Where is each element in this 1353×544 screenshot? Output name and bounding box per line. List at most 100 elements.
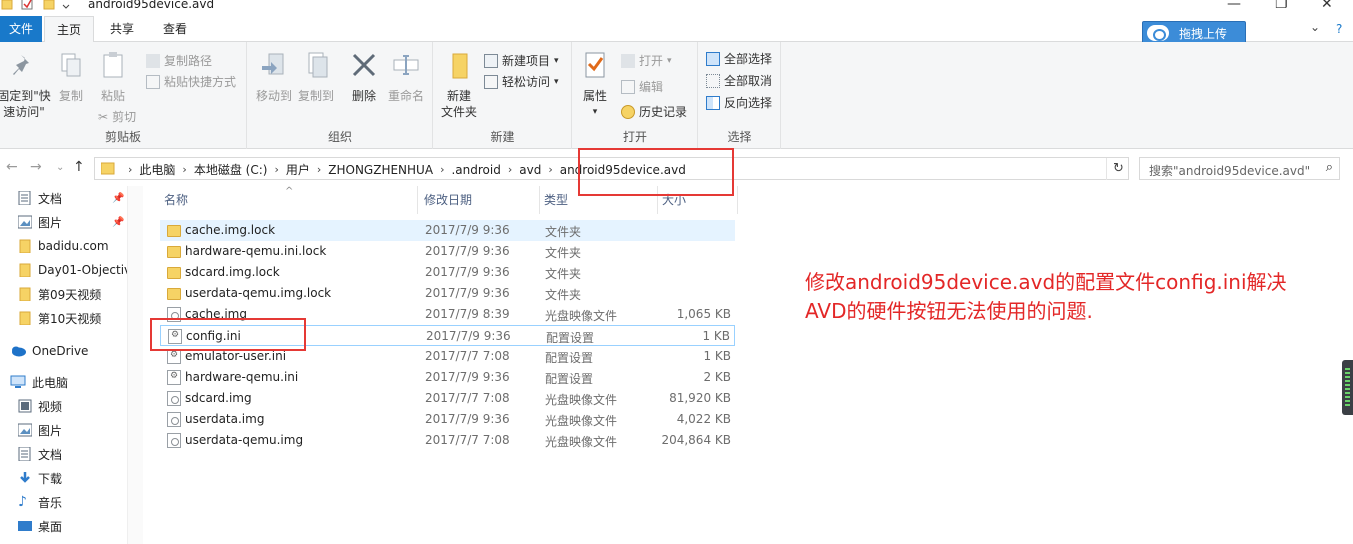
sidebar-item-folder[interactable]: badidu.com [18,235,109,257]
videos-icon [18,399,32,413]
select-all-button[interactable]: 全部选择 [706,50,772,67]
cut-button[interactable]: ✂ 剪切 [98,108,136,125]
tab-home[interactable]: 主页 [44,16,94,43]
copy-button[interactable]: 复制 [52,50,90,104]
side-widget[interactable] [1342,360,1353,415]
file-date: 2017/7/9 9:36 [425,223,510,237]
window-title: android95device.avd [88,0,215,11]
file-name: hardware-qemu.ini [185,370,299,384]
breadcrumb-chevron-icon: › [128,163,133,176]
back-arrow-icon[interactable]: ← [6,159,18,175]
breadcrumb-item[interactable]: ZHONGZHENHUA [328,163,433,177]
sidebar-item-documents[interactable]: 文档 [18,187,62,209]
history-button[interactable]: 历史记录 [621,103,687,120]
file-name: userdata-qemu.img.lock [185,286,332,300]
sort-ascending-icon: ^ [285,186,294,197]
table-row[interactable]: hardware-qemu.ini.lock 2017/7/9 9:36 文件夹 [160,241,735,262]
annotation-line-2: AVD的硬件按钮无法使用的问题. [805,299,1093,323]
help-icon[interactable]: ? [1336,22,1342,36]
invert-selection-button[interactable]: 反向选择 [706,94,772,111]
tab-share[interactable]: 共享 [100,16,144,42]
refresh-icon[interactable]: ↻ [1106,158,1130,180]
table-row[interactable]: userdata-qemu.img.lock 2017/7/9 9:36 文件夹 [160,283,735,304]
rename-button[interactable]: 重命名 [384,50,428,104]
file-size: 2 KB [703,370,731,384]
table-row[interactable]: sdcard.img.lock 2017/7/9 9:36 文件夹 [160,262,735,283]
breadcrumb-chevron-icon[interactable]: › [508,163,512,176]
breadcrumb-chevron-icon[interactable]: › [317,163,321,176]
maximize-button[interactable]: ❐ [1275,0,1288,12]
paste-button[interactable]: 粘贴 [94,50,132,104]
file-type: 文件夹 [545,267,582,281]
file-type: 配置设置 [545,351,594,365]
table-row[interactable]: cache.img.lock 2017/7/9 9:36 文件夹 [160,220,735,241]
sidebar-item-this-pc[interactable]: 此电脑 [10,371,68,393]
breadcrumb-item[interactable]: 用户 [286,161,310,178]
invert-selection-icon [706,95,720,110]
select-none-button[interactable]: 全部取消 [706,72,772,89]
sidebar-item-folder[interactable]: Day01-Objectiv [18,259,131,281]
pin-quick-access-button[interactable]: 固定到"快 速访问" [0,50,52,120]
up-arrow-icon[interactable]: ↑ [73,159,85,175]
table-row[interactable]: userdata-qemu.img 2017/7/7 7:08 光盘映像文件 2… [160,430,735,451]
recent-dropdown-icon[interactable]: ⌄ [56,162,64,173]
breadcrumb-item[interactable]: 此电脑 [139,161,175,178]
sidebar-item-label: 音乐 [38,495,63,510]
disc-image-icon [167,391,181,406]
forward-arrow-icon[interactable]: → [30,159,42,175]
breadcrumb-chevron-icon[interactable]: › [548,163,552,176]
open-button[interactable]: 打开 ▾ [621,52,672,69]
close-button[interactable]: ✕ [1321,0,1333,12]
invert-selection-label: 反向选择 [724,96,773,110]
new-item-button[interactable]: 新建项目 ▾ [484,52,559,69]
breadcrumb-chevron-icon[interactable]: › [274,163,278,176]
table-row[interactable]: hardware-qemu.ini 2017/7/9 9:36 配置设置 2 K… [160,367,735,388]
easy-access-button[interactable]: 轻松访问 ▾ [484,73,559,90]
edit-label: 编辑 [639,80,664,94]
breadcrumb-item[interactable]: 本地磁盘 (C:) [194,161,268,178]
group-new: 新建 文件夹 新建项目 ▾ 轻松访问 ▾ 新建 [434,42,572,149]
sidebar-item-pictures[interactable]: 图片 [18,211,62,233]
paste-shortcut-label: 粘贴快捷方式 [164,75,237,89]
edit-button[interactable]: 编辑 [621,78,663,95]
table-row[interactable]: sdcard.img 2017/7/7 7:08 光盘映像文件 81,920 K… [160,388,735,409]
tab-file[interactable]: 文件 [0,16,42,42]
sidebar-item-documents[interactable]: 文档 [18,443,62,465]
search-input[interactable]: 搜索"android95device.avd" ⌕ [1139,157,1340,180]
new-folder-label-2: 文件夹 [440,105,477,119]
pin-icon[interactable]: 📌 [112,193,124,204]
sidebar-scrollbar[interactable] [127,186,143,544]
new-item-icon [484,53,498,68]
sidebar-item-music[interactable]: ♪ 音乐 [18,491,62,513]
select-none-label: 全部取消 [724,74,773,88]
table-row[interactable]: userdata.img 2017/7/9 9:36 光盘映像文件 4,022 … [160,409,735,430]
column-date[interactable]: 修改日期 [420,186,540,214]
delete-button[interactable]: 删除 [344,50,384,104]
tab-view[interactable]: 查看 [152,16,198,42]
properties-button[interactable]: 属性 ▾ [577,50,613,120]
pictures-icon [18,423,32,437]
annotation-line-1: 修改android95device.avd的配置文件config.ini解决 [805,270,1287,294]
copy-path-button[interactable]: 复制路径 [146,52,212,69]
copy-to-button[interactable]: 复制到 [294,50,338,104]
breadcrumb-chevron-icon[interactable]: › [182,163,186,176]
sidebar-item-folder[interactable]: 第09天视频 [18,283,101,305]
pin-icon[interactable]: 📌 [112,217,124,228]
ribbon-collapse-icon[interactable]: ⌄ [1310,20,1320,34]
file-size: 1,065 KB [676,307,731,321]
breadcrumb-item[interactable]: .android [451,163,500,177]
paste-shortcut-button[interactable]: 粘贴快捷方式 [146,73,236,90]
minimize-button[interactable]: — [1227,0,1241,12]
sidebar-item-desktop[interactable]: 桌面 [18,515,62,537]
sidebar-item-pictures[interactable]: 图片 [18,419,62,441]
quick-access-icons[interactable] [0,0,80,11]
sidebar-item-videos[interactable]: 视频 [18,395,62,417]
sidebar-item-downloads[interactable]: 下载 [18,467,62,489]
breadcrumb-chevron-icon[interactable]: › [440,163,444,176]
rename-icon [393,55,419,75]
breadcrumb-item[interactable]: avd [519,163,541,177]
move-to-button[interactable]: 移动到 [252,50,296,104]
new-folder-button[interactable]: 新建 文件夹 [436,50,482,120]
sidebar-item-folder[interactable]: 第10天视频 [18,307,101,329]
sidebar-item-onedrive[interactable]: OneDrive [10,340,88,362]
